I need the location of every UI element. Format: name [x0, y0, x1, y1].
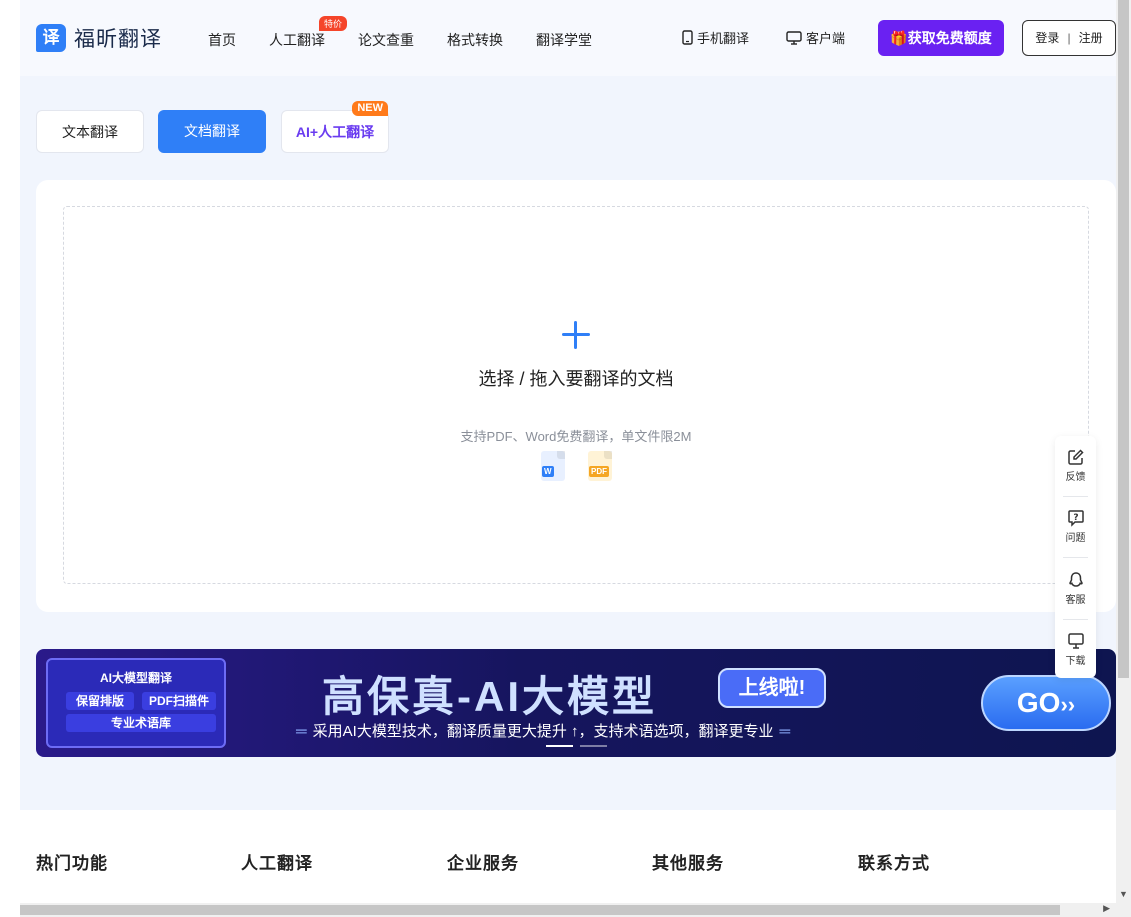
logo-text: 福昕翻译: [74, 28, 162, 51]
sidebar-faq[interactable]: ? 问题: [1055, 509, 1096, 544]
scroll-right-arrow-icon[interactable]: ▶: [1103, 903, 1110, 914]
footer-heading-human-translation: 人工翻译: [241, 854, 313, 873]
desktop-client-link[interactable]: 客户端: [786, 28, 845, 47]
sidebar-feedback[interactable]: 反馈: [1055, 448, 1096, 483]
plus-icon: [562, 321, 590, 349]
footer-heading-contact: 联系方式: [858, 854, 930, 873]
mobile-translate-link[interactable]: 手机翻译: [682, 28, 749, 47]
nav-format-convert[interactable]: 格式转换: [447, 30, 503, 50]
banner-chip: PDF扫描件: [142, 692, 216, 710]
monitor-icon: [786, 30, 802, 45]
sidebar-divider: [1063, 619, 1088, 620]
sidebar-divider: [1063, 496, 1088, 497]
double-chevron-right-icon: ››: [1060, 692, 1076, 717]
nav-human-translation[interactable]: 人工翻译 特价: [269, 16, 348, 50]
sidebar-customer-service[interactable]: 客服: [1055, 571, 1096, 606]
vertical-scrollbar[interactable]: ▼: [1116, 0, 1131, 903]
promo-banner[interactable]: AI大模型翻译 保留排版 PDF扫描件 专业术语库 高保真-AI大模型 上线啦!…: [36, 649, 1116, 757]
banner-subtitle: ═ 采用AI大模型技术，翻译质量更大提升 ↑，支持术语选项，翻译更专业 ═: [296, 723, 791, 740]
footer-heading-other-services: 其他服务: [652, 854, 724, 873]
login-register-button[interactable]: 登录 | 注册: [1022, 20, 1116, 56]
banner-go-button[interactable]: GO››: [981, 675, 1111, 731]
logo-mark-icon: 译: [36, 24, 66, 52]
footer-heading-enterprise: 企业服务: [447, 854, 519, 873]
question-icon: ?: [1067, 510, 1084, 527]
scrollbar-corner: [1116, 903, 1131, 917]
dropzone-title: 选择 / 拖入要翻译的文档: [478, 369, 674, 389]
nav-translation-academy[interactable]: 翻译学堂: [536, 30, 592, 50]
register-link[interactable]: 注册: [1079, 31, 1103, 45]
svg-text:?: ?: [1073, 513, 1078, 523]
page: 译 福昕翻译 首页 人工翻译 特价 论文查重 格式转换 翻译学堂 手机翻译 客户…: [20, 0, 1116, 903]
banner-chip: 保留排版: [66, 692, 134, 710]
sidebar-divider: [1063, 557, 1088, 558]
carousel-dot[interactable]: [580, 745, 607, 747]
carousel-dot-active[interactable]: [546, 745, 573, 747]
tab-document-translation[interactable]: 文档翻译: [158, 110, 266, 153]
footer-heading-hot-features: 热门功能: [36, 854, 108, 873]
upload-card: 选择 / 拖入要翻译的文档 支持PDF、Word免费翻译，单文件限2M W PD…: [36, 180, 1116, 612]
footer: 热门功能 人工翻译 企业服务 其他服务 联系方式: [20, 810, 1116, 903]
qq-icon: [1068, 572, 1083, 587]
sale-badge: 特价: [319, 16, 348, 31]
banner-chip: 专业术语库: [66, 714, 216, 732]
pdf-file-icon: PDF: [588, 451, 612, 481]
word-file-icon: W: [541, 451, 565, 481]
banner-box-title: AI大模型翻译: [99, 671, 172, 685]
tab-ai-human-translation[interactable]: AI+人工翻译 NEW: [281, 101, 389, 153]
nav-home[interactable]: 首页: [208, 30, 236, 50]
dropzone-hint: 支持PDF、Word免费翻译，单文件限2M: [460, 429, 692, 444]
vertical-scroll-thumb[interactable]: [1118, 0, 1129, 678]
phone-icon: [682, 30, 693, 45]
horizontal-scrollbar[interactable]: ▶: [20, 903, 1116, 917]
logo[interactable]: 译 福昕翻译: [36, 23, 162, 53]
document-dropzone[interactable]: 选择 / 拖入要翻译的文档 支持PDF、Word免费翻译，单文件限2M W PD…: [63, 206, 1089, 584]
main-nav: 首页 人工翻译 特价 论文查重 格式转换 翻译学堂: [208, 16, 625, 50]
new-badge: NEW: [352, 101, 388, 116]
get-free-quota-button[interactable]: 🎁获取免费额度: [878, 20, 1004, 56]
banner-title: 高保真-AI大模型: [322, 673, 657, 720]
banner-tag: 上线啦!: [718, 668, 826, 708]
monitor-icon: [1067, 633, 1084, 649]
floating-toolbar: 反馈 ? 问题 客服 下载: [1055, 436, 1096, 678]
tab-text-translation[interactable]: 文本翻译: [36, 110, 144, 153]
scroll-down-arrow-icon[interactable]: ▼: [1119, 889, 1128, 899]
banner-feature-box: AI大模型翻译 保留排版 PDF扫描件 专业术语库: [46, 658, 226, 748]
nav-plagiarism-check[interactable]: 论文查重: [358, 30, 414, 50]
edit-icon: [1067, 449, 1084, 465]
sidebar-download[interactable]: 下载: [1055, 632, 1096, 667]
gift-icon: 🎁: [890, 30, 908, 46]
horizontal-scroll-thumb[interactable]: [20, 905, 1060, 915]
header: 译 福昕翻译 首页 人工翻译 特价 论文查重 格式转换 翻译学堂 手机翻译 客户…: [20, 0, 1116, 76]
login-link[interactable]: 登录: [1035, 31, 1059, 45]
